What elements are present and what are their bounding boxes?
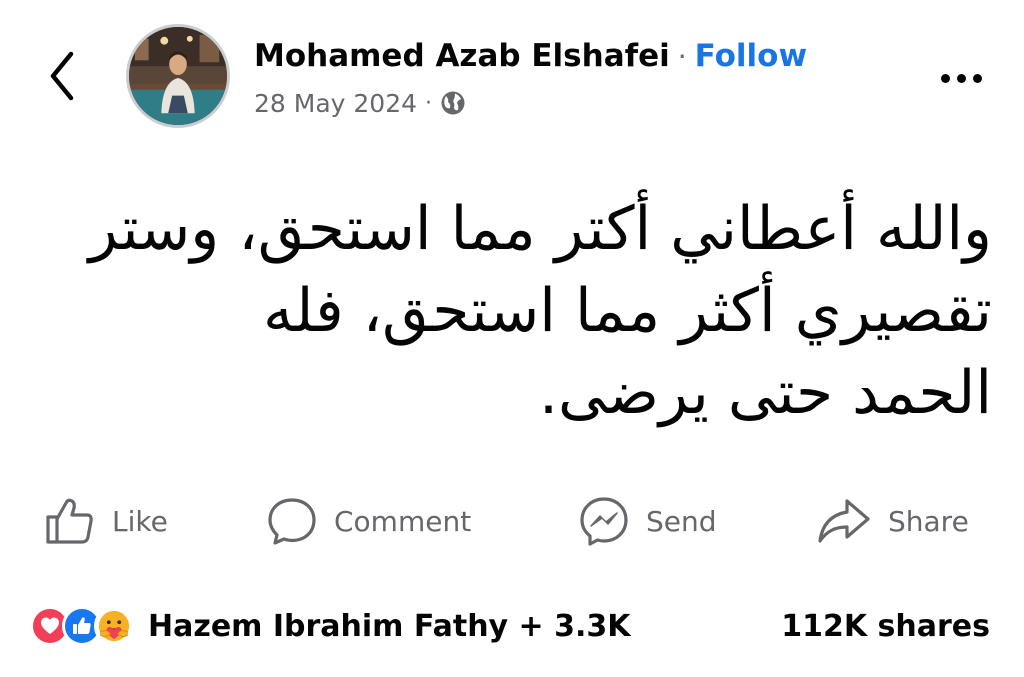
- back-button[interactable]: [38, 48, 86, 104]
- globe-icon[interactable]: [440, 90, 466, 116]
- share-label: Share: [888, 504, 969, 538]
- shares-count[interactable]: 112K shares: [781, 600, 990, 652]
- send-button[interactable]: Send: [578, 490, 717, 552]
- chevron-left-icon: [50, 51, 74, 101]
- more-options-button[interactable]: [930, 58, 992, 98]
- reaction-icons: [30, 606, 134, 646]
- like-label: Like: [112, 504, 168, 538]
- send-label: Send: [646, 504, 717, 538]
- post-text-line: والله أعطاني أكتر مما استحق، وستر: [88, 194, 992, 264]
- more-dot: [956, 73, 966, 83]
- comment-button[interactable]: Comment: [266, 490, 471, 552]
- post-meta: 28 May 2024 ·: [254, 86, 466, 120]
- avatar-photo: [129, 27, 227, 125]
- author-line: Mohamed Azab Elshafei · Follow: [254, 36, 807, 76]
- care-icon: [94, 606, 134, 646]
- share-arrow-icon: [818, 499, 870, 543]
- reactions-text: Hazem Ibrahim Fathy + 3.3K: [148, 608, 631, 644]
- avatar[interactable]: [126, 24, 230, 128]
- like-button[interactable]: Like: [44, 490, 168, 552]
- follow-button[interactable]: Follow: [695, 38, 807, 74]
- thumbs-up-icon: [46, 498, 93, 544]
- reactions-summary[interactable]: Hazem Ibrahim Fathy + 3.3K: [30, 600, 631, 652]
- messenger-icon: [580, 497, 628, 546]
- share-button[interactable]: Share: [816, 490, 969, 552]
- comment-bubble-icon: [268, 498, 316, 545]
- comment-label: Comment: [334, 504, 472, 538]
- more-dot: [972, 73, 982, 83]
- more-dot: [940, 73, 950, 83]
- post-text: والله أعطاني أكتر مما استحق، وستر تقصيري…: [36, 188, 992, 434]
- separator-dot: ·: [425, 90, 433, 116]
- author-name[interactable]: Mohamed Azab Elshafei: [254, 38, 670, 74]
- action-bar: Like Comment Send Share: [0, 490, 1024, 552]
- post-date[interactable]: 28 May 2024: [254, 89, 417, 118]
- post-text-line: الحمد حتى يرضى.: [538, 358, 992, 428]
- separator-dot: ·: [677, 39, 687, 73]
- post-text-line: تقصيري أكثر مما استحق، فله: [263, 276, 992, 346]
